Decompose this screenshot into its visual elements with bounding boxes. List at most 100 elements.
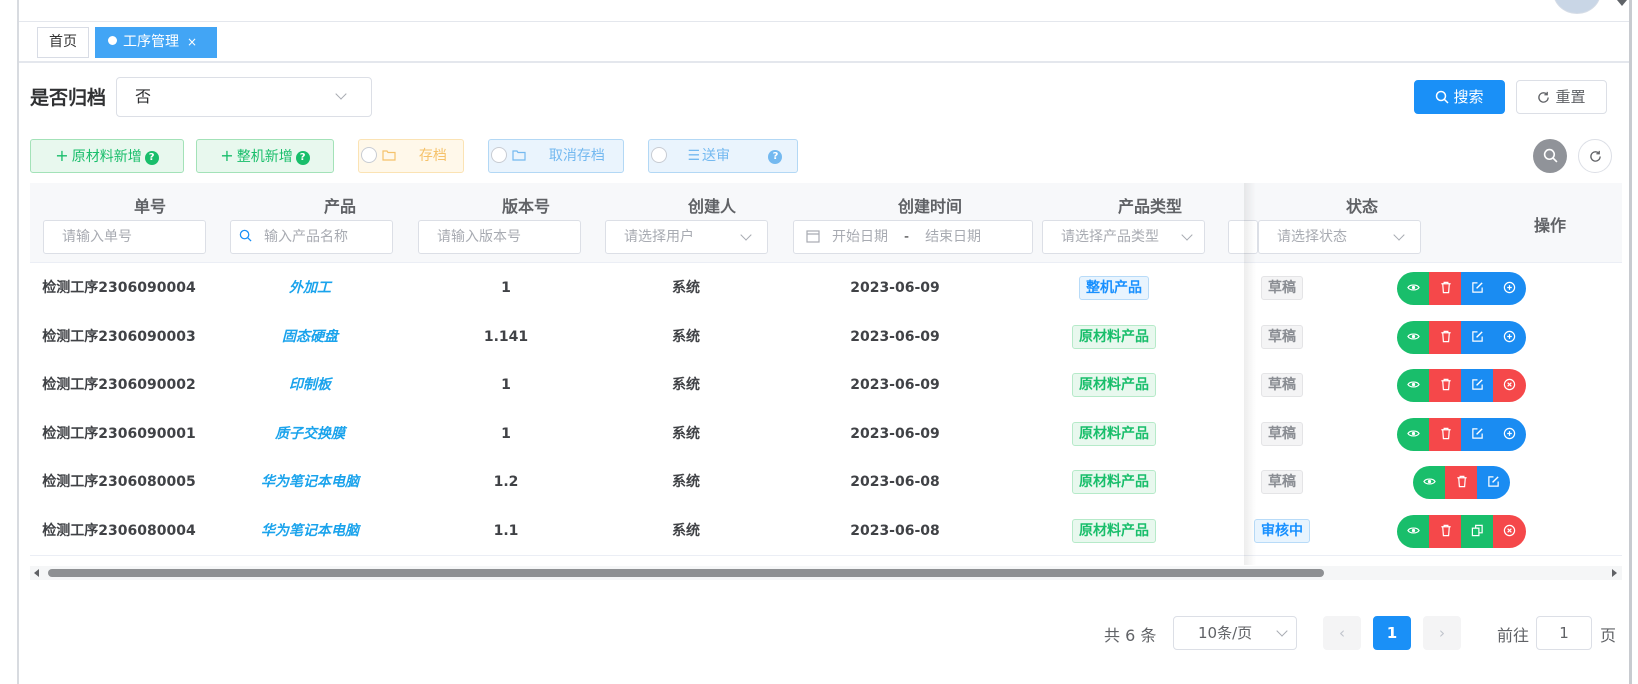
col-created-time: 创建时间 (897, 197, 962, 216)
delete-icon[interactable] (1429, 272, 1462, 305)
cell-product-link[interactable]: 华为笔记本电脑 (220, 506, 400, 556)
add-circle-icon[interactable] (1493, 320, 1526, 354)
scrollbar-thumb[interactable] (48, 569, 1324, 577)
edit-icon[interactable] (1461, 369, 1494, 402)
add-circle-icon[interactable] (1493, 417, 1526, 451)
tab-home[interactable]: 首页 (37, 27, 89, 58)
delete-icon[interactable] (1429, 514, 1462, 548)
row-actions (1397, 369, 1526, 402)
cell-status: 审核中 (1192, 506, 1372, 556)
col-creator: 创建人 (687, 197, 736, 216)
delete-icon[interactable] (1445, 466, 1478, 499)
user-avatar[interactable] (1553, 0, 1601, 14)
cell-product-link[interactable]: 华为笔记本电脑 (220, 457, 400, 507)
product-filter-input[interactable]: 输入产品名称 (230, 220, 393, 254)
cell-order-no: 检测工序2306090001 (42, 425, 196, 442)
prev-page-button[interactable]: ‹ (1323, 616, 1361, 650)
order-no-filter-input[interactable]: 请输入单号 (43, 220, 206, 254)
page-size-select[interactable]: 10条/页 (1173, 616, 1297, 650)
delete-icon[interactable] (1429, 417, 1462, 451)
cell-created-time: 2023-06-08 (850, 474, 940, 490)
view-icon[interactable] (1397, 369, 1430, 402)
cell-product-link[interactable]: 质子交换膜 (220, 409, 400, 459)
add-whole-machine-button[interactable]: + 整机新增? (196, 139, 334, 173)
unarchive-button[interactable]: 取消存档 (488, 139, 624, 173)
created-date-range[interactable]: 开始日期 - 结束日期 (793, 220, 1033, 254)
scroll-left-arrow-icon[interactable] (34, 569, 39, 577)
view-icon[interactable] (1397, 514, 1430, 548)
user-menu-caret-icon[interactable] (1617, 0, 1627, 6)
add-raw-material-button[interactable]: + 原材料新增? (30, 139, 184, 173)
cell-creator: 系统 (672, 377, 700, 393)
add-circle-icon[interactable] (1493, 272, 1526, 305)
archived-select[interactable]: 否 (116, 77, 372, 117)
cell-creator: 系统 (672, 474, 700, 490)
status-filter-select[interactable]: 请选择状态 (1258, 220, 1421, 254)
view-icon[interactable] (1413, 466, 1446, 499)
status-badge: 草稿 (1261, 470, 1303, 494)
edit-icon[interactable] (1461, 320, 1494, 354)
refresh-table-button[interactable] (1578, 139, 1612, 173)
cancel-circle-icon[interactable] (1493, 369, 1526, 402)
product-type-badge: 整机产品 (1079, 276, 1149, 300)
cell-version: 1.2 (493, 474, 519, 490)
total-count: 共 6 条 (1104, 626, 1157, 645)
search-button[interactable]: 搜索 (1414, 80, 1505, 114)
view-icon[interactable] (1397, 417, 1430, 451)
scroll-right-arrow-icon[interactable] (1612, 569, 1617, 577)
reset-button-label: 重置 (1555, 88, 1586, 106)
submit-review-button[interactable]: ☰ 送审 ? (648, 139, 798, 173)
cell-product-link[interactable]: 固态硬盘 (220, 312, 400, 362)
help-icon[interactable]: ? (768, 150, 783, 164)
status-badge: 草稿 (1261, 421, 1303, 446)
goto-page-input[interactable]: 1 (1536, 616, 1592, 650)
refresh-icon (1538, 91, 1550, 103)
active-dot-icon (108, 36, 117, 45)
edit-icon[interactable] (1477, 466, 1510, 499)
date-end-placeholder: 结束日期 (925, 229, 982, 245)
copy-icon[interactable] (1461, 514, 1494, 548)
toggle-search-button[interactable] (1533, 139, 1567, 173)
date-start-placeholder: 开始日期 (832, 229, 888, 245)
folder-icon (382, 150, 397, 161)
view-icon[interactable] (1397, 320, 1430, 354)
view-icon[interactable] (1397, 272, 1430, 305)
next-page-button[interactable]: › (1423, 616, 1461, 650)
edit-icon[interactable] (1461, 272, 1494, 305)
search-button-label: 搜索 (1453, 88, 1484, 106)
radio-icon (491, 147, 507, 163)
product-type-filter-placeholder: 请选择产品类型 (1061, 229, 1159, 245)
product-type-badge: 原材料产品 (1072, 324, 1156, 349)
search-icon (1436, 90, 1450, 104)
help-icon[interactable]: ? (295, 151, 310, 165)
cell-product-link[interactable]: 外加工 (220, 263, 400, 313)
tags-view: 首页 工序管理 × (19, 22, 1629, 63)
delete-icon[interactable] (1429, 320, 1462, 354)
version-filter-input[interactable]: 请输入版本号 (418, 220, 581, 254)
chevron-down-icon (1393, 229, 1405, 241)
cell-product-link[interactable]: 印制板 (220, 360, 400, 410)
creator-filter-select[interactable]: 请选择用户 (605, 220, 768, 254)
horizontal-scrollbar[interactable] (30, 566, 1622, 580)
col-product: 产品 (323, 197, 356, 216)
archive-button[interactable]: 存档 (358, 139, 464, 173)
row-actions (1397, 514, 1526, 548)
table-row: 检测工序2306090002 印制板 1 系统 2023-06-09 原材料产品 草稿 (30, 360, 1622, 410)
reset-button[interactable]: 重置 (1516, 80, 1607, 114)
search-icon (1543, 148, 1557, 163)
help-icon[interactable]: ? (144, 151, 159, 165)
cancel-circle-icon[interactable] (1493, 514, 1526, 548)
cell-product-type: 原材料产品 (1024, 506, 1204, 556)
close-icon[interactable]: × (187, 35, 197, 49)
col-product-type: 产品类型 (1117, 197, 1182, 216)
status-filter-placeholder: 请选择状态 (1277, 229, 1347, 245)
goto-label: 前往 (1497, 626, 1530, 645)
col-actions: 操作 (1533, 216, 1566, 235)
cell-version: 1.1 (493, 522, 519, 539)
product-type-filter-select[interactable]: 请选择产品类型 (1042, 220, 1205, 254)
delete-icon[interactable] (1429, 369, 1462, 402)
tab-process-management[interactable]: 工序管理 × (95, 27, 217, 58)
product-type-badge: 原材料产品 (1072, 470, 1156, 494)
edit-icon[interactable] (1461, 417, 1494, 451)
page-1-button[interactable]: 1 (1373, 616, 1411, 650)
